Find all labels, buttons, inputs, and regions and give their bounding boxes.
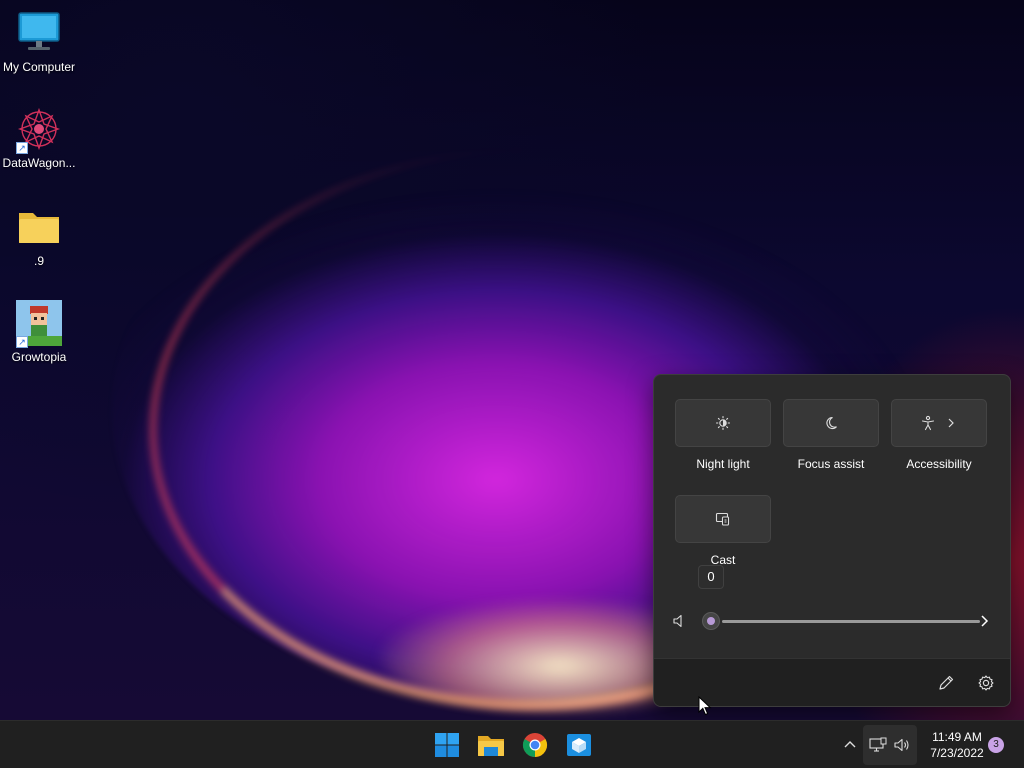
volume-slider-thumb[interactable] — [702, 612, 720, 630]
desktop-icon-datawagon[interactable]: ↗ DataWagon... — [0, 106, 78, 170]
quick-settings-panel: Night light Focus assist Accessibility C… — [653, 374, 1011, 707]
windows-start-icon — [435, 733, 459, 757]
desktop-icon-label: My Computer — [2, 60, 76, 74]
folder-icon — [16, 204, 62, 250]
chevron-right-icon — [948, 418, 954, 428]
tile-focus-assist: Focus assist — [783, 399, 879, 471]
cast-button[interactable] — [675, 495, 771, 543]
shortcut-arrow-icon: ↗ — [16, 142, 28, 154]
night-light-button[interactable] — [675, 399, 771, 447]
cast-icon — [715, 512, 730, 526]
chevron-right-icon[interactable] — [974, 611, 994, 631]
night-light-icon — [715, 415, 731, 431]
moon-icon — [826, 416, 837, 429]
file-explorer-icon — [478, 736, 504, 756]
network-icon — [869, 737, 887, 752]
taskbar-chrome[interactable] — [519, 729, 551, 761]
taskbar-start-button[interactable] — [431, 729, 463, 761]
store-box-icon — [567, 734, 591, 756]
tile-label: Focus assist — [797, 457, 865, 471]
tile-cast: Cast — [675, 495, 771, 567]
tile-label: Night light — [696, 457, 750, 471]
edit-quick-settings-button[interactable] — [934, 671, 958, 695]
taskbar: 11:49 AM 7/23/2022 3 — [0, 720, 1024, 768]
desktop-icon-growtopia[interactable]: ↗ Growtopia — [0, 300, 78, 364]
pencil-icon — [939, 675, 954, 690]
gear-icon — [978, 675, 994, 691]
desktop-icon-folder[interactable]: .9 — [0, 204, 78, 268]
clock-date: 7/23/2022 — [930, 746, 984, 760]
growtopia-icon: ↗ — [16, 300, 62, 348]
volume-tooltip: 0 — [698, 565, 724, 589]
settings-button[interactable] — [974, 671, 998, 695]
tile-accessibility: Accessibility — [891, 399, 987, 471]
monitor-icon — [16, 10, 62, 56]
desktop-icon-my-computer[interactable]: My Computer — [0, 10, 78, 74]
volume-slider-track[interactable] — [722, 620, 980, 623]
tile-label: Cast — [710, 553, 736, 567]
desktop-icon-label: DataWagon... — [2, 156, 76, 170]
mouse-cursor-icon — [698, 696, 712, 716]
tile-night-light: Night light — [675, 399, 771, 471]
notification-count-badge[interactable]: 3 — [988, 737, 1004, 753]
show-hidden-icons-chevron-icon[interactable] — [840, 734, 860, 754]
focus-assist-button[interactable] — [783, 399, 879, 447]
tray-quick-settings-button[interactable] — [863, 725, 917, 765]
clock-time: 11:49 AM — [932, 730, 982, 744]
chrome-icon — [522, 733, 548, 757]
taskbar-clock[interactable]: 11:49 AM 7/23/2022 — [922, 729, 992, 761]
tile-label: Accessibility — [906, 457, 972, 471]
volume-row — [672, 611, 994, 631]
speaker-muted-icon[interactable] — [672, 613, 686, 629]
desktop-icon-label: Growtopia — [11, 350, 67, 364]
volume-icon — [894, 738, 909, 752]
accessibility-icon — [921, 415, 935, 431]
datawagon-logo-icon: ↗ — [16, 106, 62, 154]
taskbar-store[interactable] — [563, 729, 595, 761]
shortcut-arrow-icon: ↗ — [16, 336, 28, 348]
taskbar-file-explorer[interactable] — [475, 729, 507, 761]
accessibility-button[interactable] — [891, 399, 987, 447]
desktop-icon-label: .9 — [33, 254, 44, 268]
